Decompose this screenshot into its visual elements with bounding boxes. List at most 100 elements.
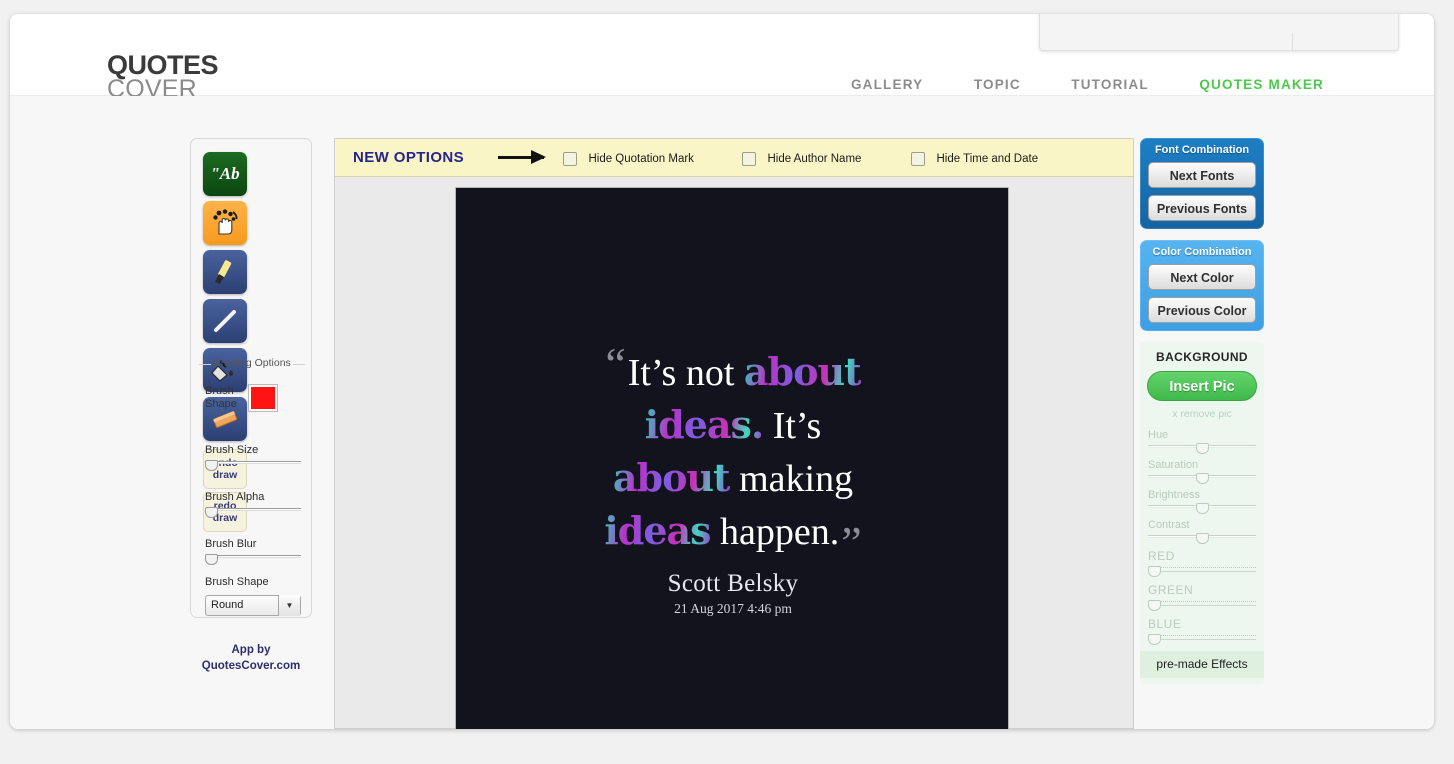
- quote-line-1: “It’s not about: [456, 338, 1008, 399]
- quote-author-block[interactable]: Scott Belsky 21 Aug 2017 4:46 pm: [456, 570, 1008, 617]
- top-search-widget[interactable]: [1039, 14, 1399, 52]
- contrast-label: Contrast: [1148, 519, 1190, 531]
- premade-effects-button[interactable]: pre-made Effects: [1140, 651, 1264, 678]
- remove-pic-link[interactable]: x remove pic: [1140, 408, 1264, 420]
- tool-grid: "Ab draw redo draw: [203, 152, 301, 532]
- blue-thumb[interactable]: [1148, 634, 1161, 645]
- color-combination-title: Color Combination: [1152, 246, 1252, 258]
- hue-thumb[interactable]: [1196, 443, 1209, 454]
- red-track[interactable]: [1148, 566, 1256, 577]
- brush-alpha-slider[interactable]: Brush Alpha: [205, 491, 301, 518]
- quote-text-block[interactable]: “It’s not about ideas. It’s about making…: [456, 338, 1008, 568]
- saturation-label: Saturation: [1148, 459, 1199, 471]
- checkbox-box[interactable]: [911, 151, 925, 166]
- brush-blur-thumb[interactable]: [205, 554, 218, 565]
- saturation-slider[interactable]: Saturation: [1140, 459, 1264, 484]
- saturation-track[interactable]: [1148, 473, 1256, 484]
- right-options-panel: Font Combination Next Fonts Previous Fon…: [1140, 138, 1268, 684]
- green-track[interactable]: [1148, 600, 1256, 611]
- checkbox-label: Hide Time and Date: [936, 152, 1039, 165]
- red-thumb[interactable]: [1148, 566, 1161, 577]
- brush-alpha-track[interactable]: [205, 507, 301, 518]
- hue-track[interactable]: [1148, 443, 1256, 454]
- app-by-credit[interactable]: App by QuotesCover.com: [190, 642, 312, 674]
- brush-size-track[interactable]: [205, 460, 301, 471]
- close-quote-icon: ”: [841, 517, 862, 568]
- line-tool-button[interactable]: [203, 299, 247, 343]
- next-fonts-button[interactable]: Next Fonts: [1148, 162, 1256, 188]
- drawing-options-divider: Drawing Options: [199, 357, 305, 369]
- red-slider[interactable]: RED: [1140, 549, 1264, 577]
- blue-slider[interactable]: BLUE: [1140, 617, 1264, 645]
- new-options-bar: NEW OPTIONS Hide Quotation Mark Hide Aut…: [335, 139, 1133, 177]
- brush-shape-select-label-wrap: Brush Shape: [205, 576, 301, 593]
- text-tool-button[interactable]: "Ab: [203, 152, 247, 196]
- nav-item-gallery[interactable]: GALLERY: [851, 77, 923, 92]
- brush-size-thumb[interactable]: [205, 460, 218, 471]
- nav-item-tutorial[interactable]: TUTORIAL: [1071, 77, 1149, 92]
- page-card: QUOTES COVER GALLERY TOPIC TUTORIAL QUOT…: [10, 14, 1434, 729]
- contrast-slider[interactable]: Contrast: [1140, 519, 1264, 544]
- font-combination-title: Font Combination: [1154, 144, 1250, 156]
- quote-plain-2: It’s: [763, 405, 822, 447]
- brightness-slider[interactable]: Brightness: [1140, 489, 1264, 514]
- brush-alpha-thumb[interactable]: [205, 507, 218, 518]
- new-options-title: NEW OPTIONS: [353, 149, 465, 166]
- checkbox-hide-time-and-date[interactable]: Hide Time and Date: [911, 150, 1038, 168]
- brush-blur-track[interactable]: [205, 554, 301, 565]
- brush-color-swatch[interactable]: [248, 384, 279, 412]
- font-combination-panel: Font Combination Next Fonts Previous Fon…: [1140, 138, 1264, 229]
- drawing-options-label: Drawing Options: [213, 357, 291, 369]
- green-slider[interactable]: GREEN: [1140, 583, 1264, 611]
- quote-plain-1: It’s not: [627, 352, 744, 394]
- app-by-line-2: QuotesCover.com: [201, 660, 301, 672]
- next-color-button[interactable]: Next Color: [1148, 264, 1256, 290]
- app-body: "Ab draw redo draw Drawing Options Brush…: [10, 96, 1434, 729]
- arrow-right-icon: [498, 150, 546, 164]
- brush-size-label: Brush Size: [205, 444, 259, 456]
- quote-canvas[interactable]: “It’s not about ideas. It’s about making…: [455, 187, 1009, 729]
- quote-line-3: about making: [456, 452, 1008, 505]
- hue-label: Hue: [1148, 429, 1169, 441]
- contrast-track[interactable]: [1148, 533, 1256, 544]
- checkbox-label: Hide Author Name: [767, 152, 862, 165]
- quote-highlight-3: about: [612, 455, 731, 500]
- nav-item-quotes-maker[interactable]: QUOTES MAKER: [1199, 77, 1324, 92]
- site-logo[interactable]: QUOTES COVER: [107, 52, 219, 102]
- brush-color-label-line2: Shape: [205, 398, 237, 410]
- blue-label: BLUE: [1148, 617, 1182, 631]
- green-label: GREEN: [1148, 583, 1194, 597]
- background-title: BACKGROUND: [1156, 350, 1248, 364]
- green-thumb[interactable]: [1148, 600, 1161, 611]
- previous-fonts-button[interactable]: Previous Fonts: [1148, 195, 1256, 221]
- insert-pic-button[interactable]: Insert Pic: [1147, 371, 1257, 401]
- checkbox-box[interactable]: [563, 151, 577, 166]
- quote-line-4: ideas happen.”: [456, 505, 1008, 568]
- paintbrush-icon: [203, 250, 247, 294]
- blue-track[interactable]: [1148, 634, 1256, 645]
- brightness-thumb[interactable]: [1196, 503, 1209, 514]
- hand-tool-button[interactable]: [203, 201, 247, 245]
- brush-alpha-label: Brush Alpha: [205, 491, 265, 503]
- brush-color-label-line1: Brush: [205, 385, 234, 397]
- hue-slider[interactable]: Hue: [1140, 429, 1264, 454]
- brush-shape-select-label: Brush Shape: [205, 576, 269, 588]
- brightness-track[interactable]: [1148, 503, 1256, 514]
- nav-item-topic[interactable]: TOPIC: [974, 77, 1021, 92]
- chevron-down-icon[interactable]: ▼: [278, 595, 300, 616]
- app-by-line-1: App by: [231, 644, 271, 656]
- open-quote-icon: “: [605, 338, 626, 389]
- brush-size-slider[interactable]: Brush Size: [205, 444, 301, 471]
- checkbox-hide-author-name[interactable]: Hide Author Name: [742, 150, 861, 168]
- quote-highlight-2: ideas.: [644, 402, 764, 447]
- checkbox-hide-quotation-mark[interactable]: Hide Quotation Mark: [563, 150, 694, 168]
- widget-divider: [1292, 33, 1293, 52]
- brush-blur-slider[interactable]: Brush Blur: [205, 538, 301, 565]
- quote-highlight-1: about: [743, 349, 862, 394]
- checkbox-box[interactable]: [742, 151, 756, 166]
- saturation-thumb[interactable]: [1196, 473, 1209, 484]
- brush-tool-button[interactable]: [203, 250, 247, 294]
- contrast-thumb[interactable]: [1196, 533, 1209, 544]
- previous-color-button[interactable]: Previous Color: [1148, 297, 1256, 323]
- brush-shape-select[interactable]: Round ▼: [205, 595, 301, 616]
